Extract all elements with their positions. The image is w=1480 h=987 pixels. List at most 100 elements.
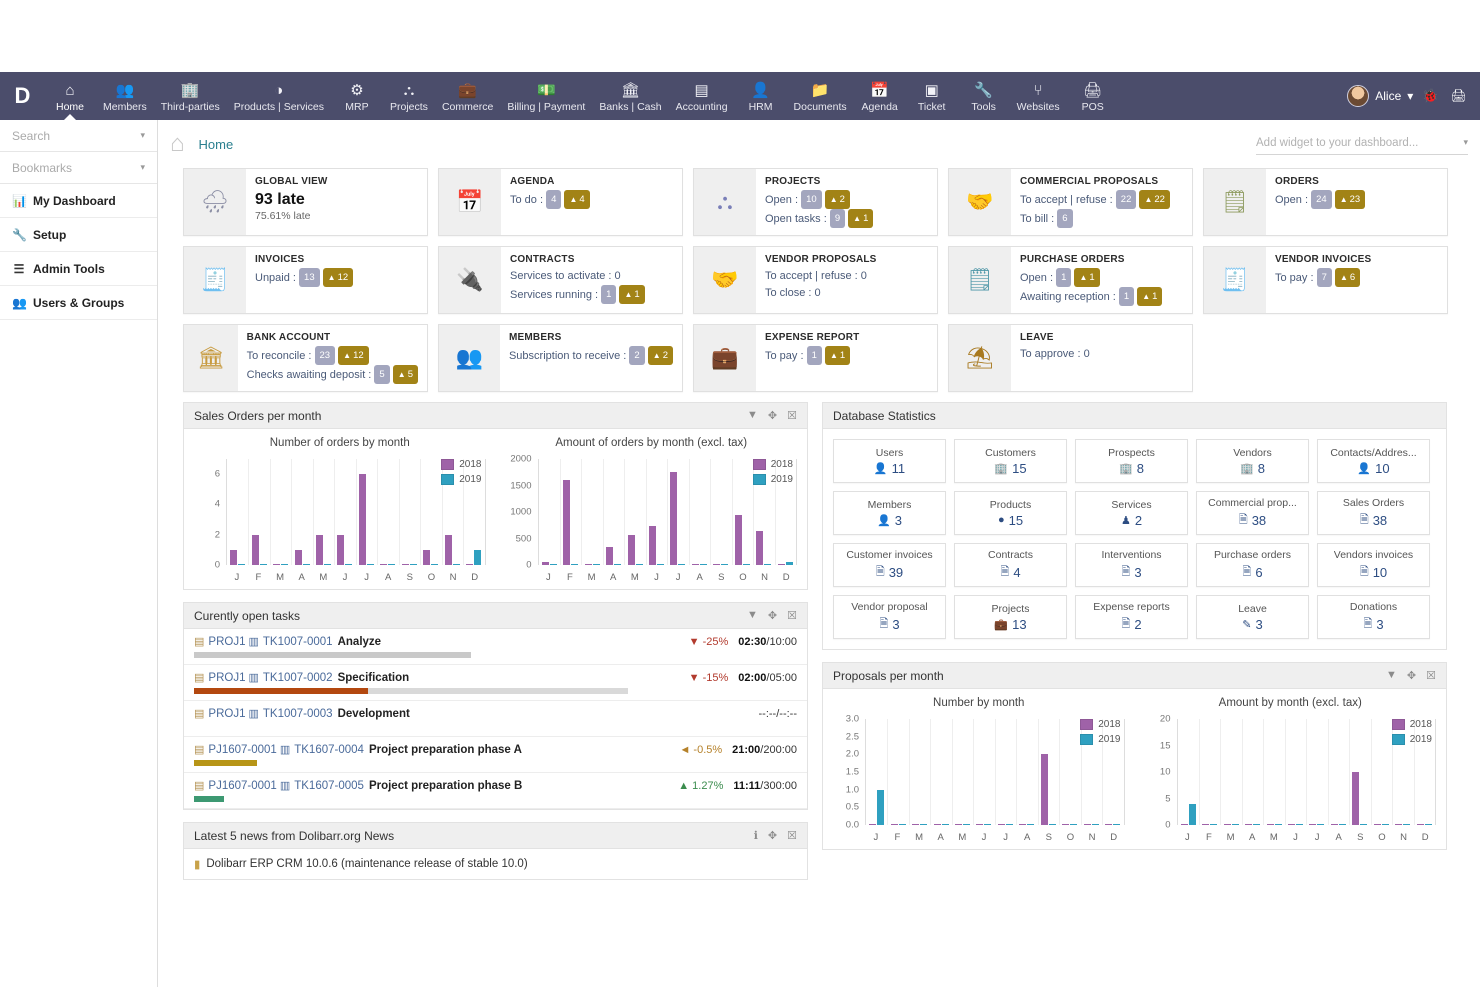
nav-item-third-parties[interactable]: 🏢 Third-parties bbox=[154, 72, 227, 120]
task-project-ref[interactable]: PROJ1 bbox=[208, 672, 245, 684]
bar[interactable] bbox=[635, 563, 643, 565]
bar[interactable] bbox=[1360, 823, 1368, 825]
count-badge[interactable]: 9 bbox=[829, 209, 846, 228]
bar[interactable] bbox=[678, 563, 686, 565]
bar[interactable] bbox=[294, 549, 302, 565]
warning-badge[interactable]: 4 bbox=[564, 190, 590, 209]
bar[interactable] bbox=[592, 563, 600, 565]
warning-badge[interactable]: 12 bbox=[322, 268, 354, 287]
task-row[interactable]: ▤ PROJ1 ▥ TK1007-0003 Development --:--/--:-- bbox=[184, 701, 807, 737]
stat-purchase-orders[interactable]: Purchase orders 🗎 6 bbox=[1196, 543, 1309, 587]
bar[interactable] bbox=[1245, 823, 1253, 825]
bar[interactable] bbox=[1352, 772, 1360, 825]
count-badge[interactable]: 10 bbox=[801, 190, 822, 209]
stat-contracts[interactable]: Contracts 🗎 4 bbox=[954, 543, 1067, 587]
bar[interactable] bbox=[1317, 823, 1325, 825]
warning-badge[interactable]: 23 bbox=[1334, 190, 1366, 209]
bar[interactable] bbox=[721, 563, 729, 565]
app-logo[interactable]: D bbox=[0, 72, 44, 120]
stat-prospects[interactable]: Prospects 🏢 8 bbox=[1075, 439, 1188, 483]
task-code[interactable]: TK1607-0005 bbox=[294, 780, 364, 792]
bar[interactable] bbox=[1048, 823, 1056, 825]
close-icon[interactable]: ☒ bbox=[787, 609, 797, 622]
bar[interactable] bbox=[756, 531, 764, 565]
bar[interactable] bbox=[1373, 823, 1381, 825]
bar[interactable] bbox=[1231, 823, 1239, 825]
count-badge[interactable]: 13 bbox=[299, 268, 320, 287]
warning-badge[interactable]: 1 bbox=[824, 346, 851, 365]
task-code[interactable]: TK1007-0002 bbox=[263, 672, 333, 684]
warning-badge[interactable]: 1 bbox=[1074, 268, 1100, 287]
box-leave[interactable]: ⛱ LEAVE To approve : 0 bbox=[948, 324, 1193, 392]
box-expense-report[interactable]: 💼 EXPENSE REPORT To pay : 1 1 bbox=[693, 324, 938, 392]
bar[interactable] bbox=[1105, 823, 1113, 825]
count-badge[interactable]: 1 bbox=[601, 285, 617, 304]
bar[interactable] bbox=[627, 535, 635, 565]
bar[interactable] bbox=[713, 563, 721, 565]
task-project-ref[interactable]: PROJ1 bbox=[208, 636, 245, 648]
stat-sales-orders[interactable]: Sales Orders 🗎 38 bbox=[1317, 491, 1430, 535]
bar[interactable] bbox=[1403, 823, 1411, 825]
bar[interactable] bbox=[1338, 823, 1346, 825]
bar[interactable] bbox=[1424, 823, 1432, 825]
task-name[interactable]: Development bbox=[338, 708, 410, 720]
task-code[interactable]: TK1007-0003 bbox=[263, 708, 333, 720]
bar[interactable] bbox=[1266, 823, 1274, 825]
bar[interactable] bbox=[869, 823, 877, 825]
stat-vendors-invoices[interactable]: Vendors invoices 🗎 10 bbox=[1317, 543, 1430, 587]
warning-badge[interactable]: 2 bbox=[647, 346, 673, 365]
filter-icon[interactable]: ▼ bbox=[1386, 669, 1397, 682]
bar[interactable] bbox=[444, 534, 452, 565]
user-menu[interactable]: Alice ▾ 🐞 🖨 bbox=[1347, 72, 1480, 120]
bar[interactable] bbox=[541, 562, 549, 565]
bar[interactable] bbox=[474, 549, 482, 565]
stat-donations[interactable]: Donations 🗎 3 bbox=[1317, 595, 1430, 639]
warning-badge[interactable]: 1 bbox=[1137, 287, 1163, 306]
box-commercial-proposals[interactable]: 🤝 COMMERCIAL PROPOSALS To accept | refuse … bbox=[948, 168, 1193, 236]
nav-item-agenda[interactable]: 📅 Agenda bbox=[854, 72, 906, 120]
search-input[interactable]: Search ▾ bbox=[0, 120, 157, 152]
bar[interactable] bbox=[890, 823, 898, 825]
bar[interactable] bbox=[614, 563, 622, 565]
nav-item-billing-payment[interactable]: 💵 Billing | Payment bbox=[500, 72, 592, 120]
bar[interactable] bbox=[1040, 754, 1048, 825]
stat-projects[interactable]: Projects 💼 13 bbox=[954, 595, 1067, 639]
print-icon[interactable]: 🖨 bbox=[1447, 88, 1470, 104]
bar[interactable] bbox=[1223, 823, 1231, 825]
bar[interactable] bbox=[1180, 823, 1188, 825]
task-project-ref[interactable]: PJ1607-0001 bbox=[208, 744, 276, 756]
page-title[interactable]: Home bbox=[199, 137, 234, 152]
chevron-down-icon[interactable]: ▾ bbox=[140, 130, 145, 141]
bar[interactable] bbox=[324, 563, 332, 565]
bar[interactable] bbox=[238, 563, 246, 565]
nav-item-ticket[interactable]: ▣ Ticket bbox=[906, 72, 958, 120]
box-invoices[interactable]: 🧾 INVOICES Unpaid : 13 12 bbox=[183, 246, 428, 314]
task-project-ref[interactable]: PJ1607-0001 bbox=[208, 780, 276, 792]
sidebar-item-my-dashboard[interactable]: 📊 My Dashboard bbox=[0, 184, 157, 218]
bar[interactable] bbox=[734, 515, 742, 565]
bar[interactable] bbox=[898, 823, 906, 825]
bar[interactable] bbox=[431, 563, 439, 565]
bar[interactable] bbox=[1005, 823, 1013, 825]
bar[interactable] bbox=[1395, 823, 1403, 825]
bar[interactable] bbox=[388, 563, 396, 565]
legend-entry[interactable]: 2018 bbox=[441, 459, 482, 470]
bar[interactable] bbox=[366, 563, 374, 565]
count-badge[interactable]: 22 bbox=[1115, 190, 1137, 209]
task-row[interactable]: ▤ PROJ1 ▥ TK1007-0002 Specification ▼ -15% 02:… bbox=[184, 665, 807, 701]
bar[interactable] bbox=[273, 563, 281, 565]
add-widget-select[interactable]: Add widget to your dashboard... ▾ bbox=[1256, 133, 1468, 155]
bar[interactable] bbox=[1202, 823, 1210, 825]
bar[interactable] bbox=[877, 789, 885, 825]
count-badge[interactable]: 24 bbox=[1311, 190, 1332, 209]
box-contracts[interactable]: 🔌 CONTRACTS Services to activate : 0 Servic… bbox=[438, 246, 683, 314]
bar[interactable] bbox=[251, 534, 259, 565]
count-badge[interactable]: 23 bbox=[314, 346, 336, 365]
stat-commercial-prop[interactable]: Commercial prop... 🗎 38 bbox=[1196, 491, 1309, 535]
box-agenda[interactable]: 📅 AGENDA To do : 4 4 bbox=[438, 168, 683, 236]
box-global-view[interactable]: 🌧 GLOBAL VIEW 93 late 75.61% late bbox=[183, 168, 428, 236]
nav-item-banks-cash[interactable]: 🏛 Banks | Cash bbox=[592, 72, 668, 120]
nav-item-hrm[interactable]: 👤 HRM bbox=[735, 72, 787, 120]
warning-badge[interactable]: 1 bbox=[848, 209, 874, 228]
move-icon[interactable]: ✥ bbox=[768, 829, 777, 842]
